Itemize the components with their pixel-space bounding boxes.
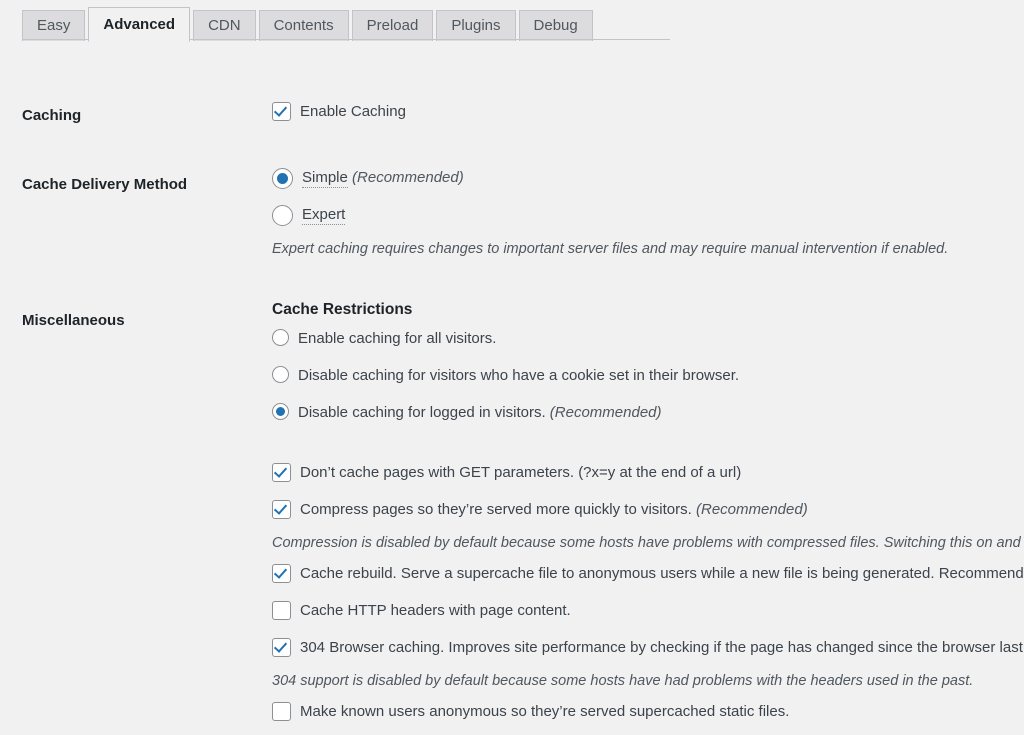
checkbox-enable-caching[interactable] (272, 102, 291, 121)
option-restriction-0[interactable]: Enable caching for all visitors. (272, 328, 1024, 348)
label-misc-3: Cache HTTP headers with page content. (300, 601, 571, 620)
tab-debug[interactable]: Debug (518, 10, 593, 41)
radio-restriction-0[interactable] (272, 328, 289, 346)
tab-preload[interactable]: Preload (351, 10, 434, 41)
settings-form: Caching Enable Caching Cache Delivery Me… (0, 102, 1024, 735)
checkbox-misc-1[interactable] (272, 499, 291, 519)
row-body-caching: Enable Caching (272, 102, 1024, 121)
description-misc-4: 304 support is disabled by default becau… (272, 672, 974, 689)
option-misc-1[interactable]: Compress pages so they’re served more qu… (272, 499, 1024, 519)
row-label-cache-delivery-method: Cache Delivery Method (22, 175, 188, 193)
radio-delivery-expert[interactable] (272, 204, 293, 226)
tab-cdn[interactable]: CDN (193, 10, 256, 41)
option-restriction-2[interactable]: Disable caching for logged in visitors. … (272, 402, 1024, 422)
label-misc-0: Don’t cache pages with GET parameters. (… (300, 463, 741, 482)
option-misc-4[interactable]: 304 Browser caching. Improves site perfo… (272, 637, 1024, 657)
option-misc-5[interactable]: Make known users anonymous so they’re se… (272, 701, 1024, 721)
tab-list: Easy Advanced CDN Contents Preload Plugins Deb… (22, 5, 593, 42)
label-misc-5: Make known users anonymous so they’re se… (300, 702, 789, 721)
option-enable-caching[interactable]: Enable Caching (272, 102, 1024, 121)
row-body-miscellaneous: Cache Restrictions Enable caching for al… (272, 300, 1024, 735)
recommended-badge-misc-1: (Recommended) (696, 500, 808, 518)
misc-text-0: Don’t cache pages with GET parameters. (… (300, 463, 742, 481)
misc-text-2: Cache rebuild. Serve a supercache file t… (300, 564, 1024, 582)
description-expert-caching: Expert caching requires changes to impor… (272, 240, 949, 257)
option-misc-2[interactable]: Cache rebuild. Serve a supercache file t… (272, 563, 1024, 583)
option-restriction-1[interactable]: Disable caching for visitors who have a … (272, 365, 1024, 385)
misc-text-3: Cache HTTP headers with page content. (300, 601, 571, 619)
label-delivery-simple: Simple (Recommended) (302, 168, 464, 188)
label-misc-1: Compress pages so they’re served more qu… (300, 500, 808, 519)
radio-restriction-1[interactable] (272, 365, 289, 383)
tab-advanced[interactable]: Advanced (88, 7, 191, 42)
label-restriction-0: Enable caching for all visitors. (298, 329, 496, 348)
tab-plugins[interactable]: Plugins (436, 10, 516, 41)
option-misc-0[interactable]: Don’t cache pages with GET parameters. (… (272, 462, 1024, 482)
checkbox-misc-5[interactable] (272, 701, 291, 721)
misc-checkbox-group: Don’t cache pages with GET parameters. (… (272, 462, 1024, 721)
checkbox-misc-4[interactable] (272, 637, 291, 657)
row-label-caching: Caching (22, 107, 82, 124)
tab-contents[interactable]: Contents (258, 10, 349, 41)
tab-bar: Easy Advanced CDN Contents Preload Plugins Deb… (0, 0, 1024, 42)
restriction-text-1: Disable caching for visitors who have a … (298, 366, 740, 384)
label-misc-4: 304 Browser caching. Improves site perfo… (300, 638, 1024, 657)
restriction-text-2: Disable caching for logged in visitors. (298, 403, 546, 421)
radio-delivery-simple[interactable] (272, 167, 293, 189)
checkbox-misc-0[interactable] (272, 462, 291, 482)
row-miscellaneous: Miscellaneous Cache Restrictions Enable … (0, 300, 1024, 735)
cache-restrictions-group: Enable caching for all visitors. Disable … (272, 328, 1024, 422)
recommended-badge-simple: (Recommended) (352, 168, 464, 186)
radio-restriction-2[interactable] (272, 402, 289, 420)
label-delivery-expert: Expert (302, 205, 346, 225)
checkbox-misc-2[interactable] (272, 563, 291, 583)
label-misc-2: Cache rebuild. Serve a supercache file t… (300, 564, 1024, 583)
restriction-text-0: Enable caching for all visitors. (298, 329, 497, 347)
checkbox-misc-3[interactable] (272, 600, 291, 620)
option-misc-3[interactable]: Cache HTTP headers with page content. (272, 600, 1024, 620)
label-enable-caching: Enable Caching (300, 103, 406, 120)
misc-text-5: Make known users anonymous so they’re se… (300, 702, 790, 720)
recommended-badge-restriction-2: (Recommended) (549, 403, 662, 421)
row-caching: Caching Enable Caching (0, 102, 1024, 126)
option-delivery-expert[interactable]: Expert (272, 204, 1024, 226)
option-delivery-simple[interactable]: Simple (Recommended) (272, 167, 1024, 189)
tab-easy[interactable]: Easy (22, 10, 86, 41)
misc-text-4: 304 Browser caching. Improves site perfo… (300, 638, 1024, 656)
misc-text-1: Compress pages so they’re served more qu… (300, 500, 692, 518)
row-body-cache-delivery-method: Simple (Recommended) Expert Expert cachi… (272, 167, 1024, 259)
row-cache-delivery-method: Cache Delivery Method Simple (Recommende… (0, 167, 1024, 259)
row-label-miscellaneous: Miscellaneous (22, 311, 125, 329)
label-restriction-1: Disable caching for visitors who have a … (298, 366, 739, 385)
heading-cache-restrictions: Cache Restrictions (272, 300, 413, 318)
description-misc-1: Compression is disabled by default becau… (272, 534, 1024, 551)
label-restriction-2: Disable caching for logged in visitors. … (298, 403, 662, 422)
